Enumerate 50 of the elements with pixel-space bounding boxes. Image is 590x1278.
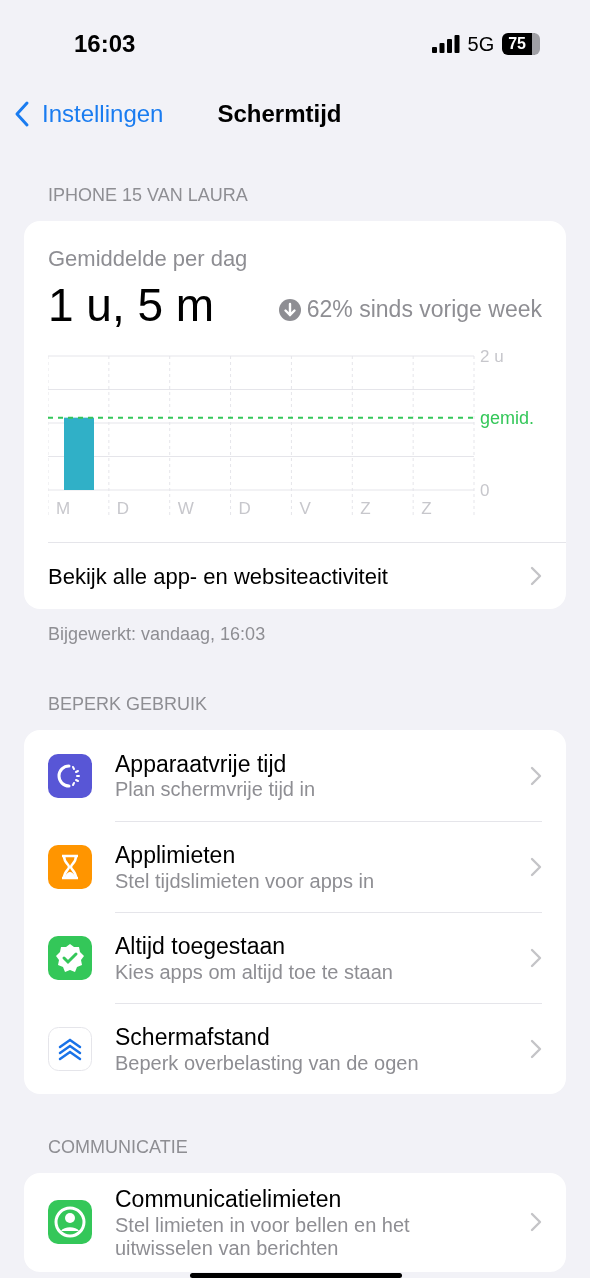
row-subtitle: Stel limieten in voor bellen en het uitwisselen van berichten xyxy=(115,1213,411,1260)
row-title: Applimieten xyxy=(115,841,237,870)
row-title: Altijd toegestaan xyxy=(115,932,287,961)
row-subtitle: Kies apps om altijd toe te staan xyxy=(115,960,394,984)
hourglass-icon xyxy=(48,844,92,889)
day-label: M xyxy=(56,499,71,518)
chevron-icon xyxy=(530,1212,542,1233)
row-subtitle: Beperk overbelasting van de ogen xyxy=(115,1051,420,1075)
day-label: D xyxy=(238,499,251,518)
checkmark-badge-icon xyxy=(48,935,92,980)
signal-icon xyxy=(431,35,460,53)
day-label: D xyxy=(116,499,130,518)
day-label: Z xyxy=(421,499,432,518)
settings-row[interactable]: Communicatielimieten Stel limieten in voor bellen en het uitwisselen van berichten xyxy=(24,1173,566,1272)
row-subtitle: Plan schermvrije tijd in xyxy=(115,778,317,802)
chevron-icon xyxy=(530,765,542,786)
axis-label: 0 xyxy=(480,481,490,500)
settings-row[interactable]: Applimieten Stel tijdslimieten voor apps in xyxy=(24,821,566,912)
chevron-icon xyxy=(530,948,542,968)
page-title: Schermtijd xyxy=(217,99,342,129)
settings-row[interactable]: Apparaatvrije tijd Plan schermvrije tijd in xyxy=(24,730,566,821)
section-header: COMMUNICATIE xyxy=(48,1136,189,1159)
updated-note: Bijgewerkt: vandaag, 16:03 xyxy=(48,623,267,646)
back-button[interactable]: Instellingen xyxy=(0,96,164,132)
row-subtitle: Stel tijdslimieten voor apps in xyxy=(115,869,375,893)
row-title: Schermafstand xyxy=(115,1023,271,1052)
day-label: V xyxy=(299,499,311,518)
total-time: 1 u, 5 m xyxy=(48,277,215,333)
average-caption: Gemiddelde per dag xyxy=(48,245,249,273)
status-time: 16:03 xyxy=(74,29,136,59)
row-title: Apparaatvrije tijd xyxy=(115,749,288,779)
settings-row[interactable]: Schermafstand Beperk overbelasting van de ogen xyxy=(24,1003,566,1094)
chevron-icon xyxy=(530,857,542,877)
activity-link[interactable]: Bekijk alle app- en websiteactiviteit xyxy=(24,543,566,609)
settings-row[interactable]: Altijd toegestaan Kies apps om altijd toe te staan xyxy=(24,912,566,1003)
back-chevron-icon xyxy=(14,100,30,128)
section-header: BEPERK GEBRUIK xyxy=(48,693,209,716)
chevron-icon xyxy=(530,566,542,586)
day-label: W xyxy=(177,499,194,518)
network-label: 5G xyxy=(467,32,495,57)
battery-indicator: 75 xyxy=(502,33,540,55)
day-label: Z xyxy=(360,499,371,518)
row-title: Communicatielimieten xyxy=(115,1185,343,1214)
section-header: IPHONE 15 VAN LAURA xyxy=(48,184,249,207)
axis-label: 2 u xyxy=(480,347,504,366)
chevrons-up-icon xyxy=(48,1026,92,1071)
average-label: gemid. xyxy=(480,407,535,428)
chevron-icon xyxy=(530,1039,542,1059)
trend-text: 62% sinds vorige week xyxy=(306,295,542,325)
moon-clock-icon xyxy=(48,753,92,798)
